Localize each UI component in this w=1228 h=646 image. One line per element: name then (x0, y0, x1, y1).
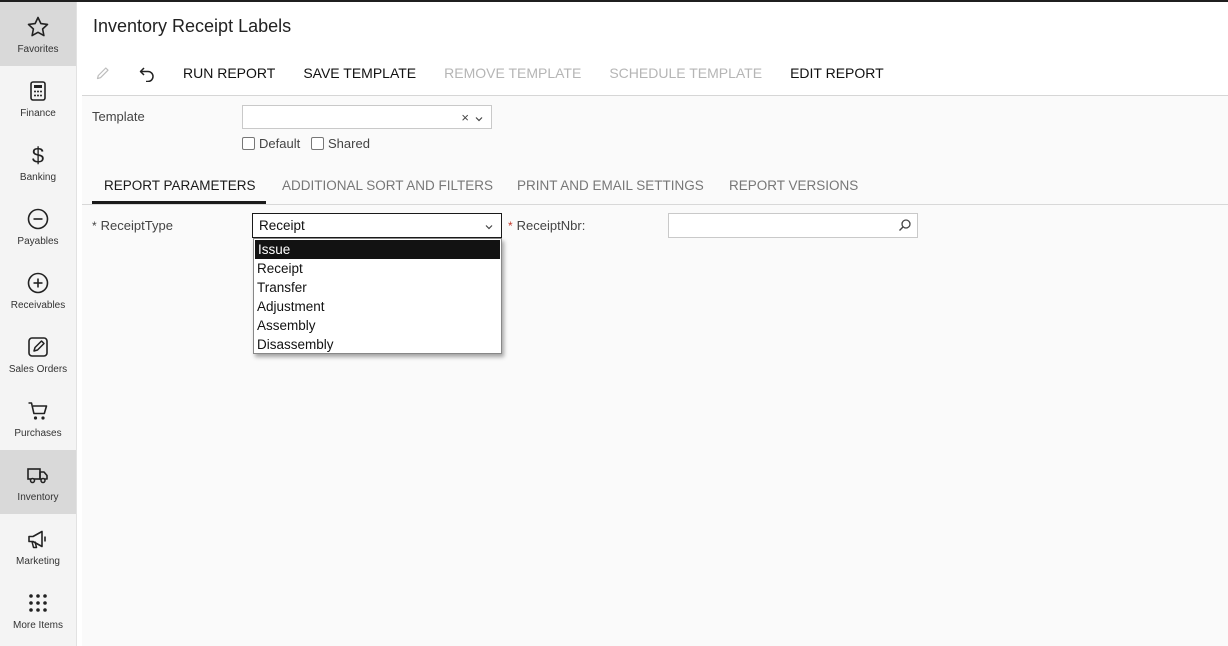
default-checkbox-label: Default (259, 136, 301, 151)
sidebar-item-label: Purchases (14, 428, 62, 439)
default-checkbox-row[interactable]: Default (242, 136, 300, 151)
remove-template-button[interactable]: REMOVE TEMPLATE (444, 65, 581, 81)
sidebar-item-label: More Items (12, 620, 63, 631)
undo-icon[interactable] (136, 62, 158, 84)
toolbar: RUN REPORT SAVE TEMPLATE REMOVE TEMPLATE… (82, 54, 1228, 92)
tab-report-versions[interactable]: REPORT VERSIONS (729, 178, 858, 193)
receipt-nbr-input[interactable] (668, 213, 918, 238)
sidebar-item-label: Banking (19, 172, 57, 183)
shared-checkbox[interactable] (311, 137, 324, 150)
chevron-down-icon[interactable] (474, 111, 484, 129)
default-checkbox[interactable] (242, 137, 255, 150)
sidebar-item-purchases[interactable]: Purchases (0, 386, 76, 450)
tab-print-and-email-settings[interactable]: PRINT AND EMAIL SETTINGS (517, 178, 704, 193)
receipt-nbr-label-text: ReceiptNbr: (516, 218, 586, 233)
receipt-type-value: Receipt (259, 218, 305, 233)
dropdown-option-assembly[interactable]: Assembly (254, 316, 501, 335)
cart-icon (25, 398, 51, 424)
sidebar-item-label: Inventory (17, 492, 59, 503)
sidebar-item-label: Favorites (17, 44, 59, 55)
save-template-button[interactable]: SAVE TEMPLATE (303, 65, 416, 81)
main-sidebar: Favorites Finance $ Banking Payables Rec… (0, 2, 77, 646)
pencil-icon[interactable] (92, 62, 114, 84)
megaphone-icon (25, 526, 51, 552)
receipt-type-label: * ReceiptType (92, 218, 173, 233)
dropdown-option-disassembly[interactable]: Disassembly (254, 335, 501, 354)
main-content: Inventory Receipt Labels RUN REPORT SAVE… (82, 2, 1228, 646)
receipt-type-dropdown: Issue Receipt Transfer Adjustment Assemb… (253, 238, 502, 354)
template-label: Template (92, 109, 145, 124)
page-title: Inventory Receipt Labels (93, 16, 292, 36)
sidebar-item-favorites[interactable]: Favorites (0, 2, 76, 66)
receipt-nbr-label: * ReceiptNbr: (508, 218, 585, 233)
chevron-down-icon[interactable] (484, 220, 494, 235)
dropdown-option-transfer[interactable]: Transfer (254, 278, 501, 297)
edit-report-button[interactable]: EDIT REPORT (790, 65, 884, 81)
sidebar-item-receivables[interactable]: Receivables (0, 258, 76, 322)
minus-circle-icon (25, 206, 51, 232)
sidebar-item-payables[interactable]: Payables (0, 194, 76, 258)
sidebar-item-label: Sales Orders (8, 364, 68, 375)
shared-checkbox-row[interactable]: Shared (311, 136, 370, 151)
truck-icon (25, 462, 51, 488)
required-marker: * (508, 218, 513, 233)
schedule-template-button[interactable]: SCHEDULE TEMPLATE (609, 65, 762, 81)
sidebar-item-sales-orders[interactable]: Sales Orders (0, 322, 76, 386)
calculator-icon (25, 78, 51, 104)
sidebar-item-inventory[interactable]: Inventory (0, 450, 76, 514)
tab-report-parameters[interactable]: REPORT PARAMETERS (104, 178, 256, 193)
dropdown-option-adjustment[interactable]: Adjustment (254, 297, 501, 316)
active-tab-indicator (92, 201, 266, 204)
sidebar-item-banking[interactable]: $ Banking (0, 130, 76, 194)
template-select[interactable]: × (242, 105, 492, 129)
receipt-type-select[interactable]: Receipt (252, 213, 502, 238)
star-icon (25, 14, 51, 40)
shared-checkbox-label: Shared (328, 136, 370, 151)
sidebar-item-finance[interactable]: Finance (0, 66, 76, 130)
clear-icon[interactable]: × (461, 110, 469, 125)
sidebar-item-label: Receivables (10, 300, 66, 311)
sidebar-item-marketing[interactable]: Marketing (0, 514, 76, 578)
sidebar-item-label: Marketing (16, 556, 60, 567)
dropdown-option-receipt[interactable]: Receipt (254, 259, 501, 278)
search-icon[interactable] (898, 218, 912, 237)
plus-circle-icon (25, 270, 51, 296)
edit-icon (25, 334, 51, 360)
grid-icon (25, 590, 51, 616)
svg-text:$: $ (32, 143, 44, 167)
run-report-button[interactable]: RUN REPORT (183, 65, 275, 81)
dropdown-option-issue[interactable]: Issue (255, 240, 500, 259)
sidebar-item-label: Finance (20, 108, 56, 119)
sidebar-item-more-items[interactable]: More Items (0, 578, 76, 642)
required-marker: * (92, 218, 97, 233)
report-tabs: REPORT PARAMETERS ADDITIONAL SORT AND FI… (82, 170, 1228, 205)
sidebar-item-label: Payables (17, 236, 59, 247)
tab-additional-sort-and-filters[interactable]: ADDITIONAL SORT AND FILTERS (282, 178, 493, 193)
dollar-icon: $ (25, 142, 51, 168)
receipt-type-label-text: ReceiptType (100, 218, 173, 233)
